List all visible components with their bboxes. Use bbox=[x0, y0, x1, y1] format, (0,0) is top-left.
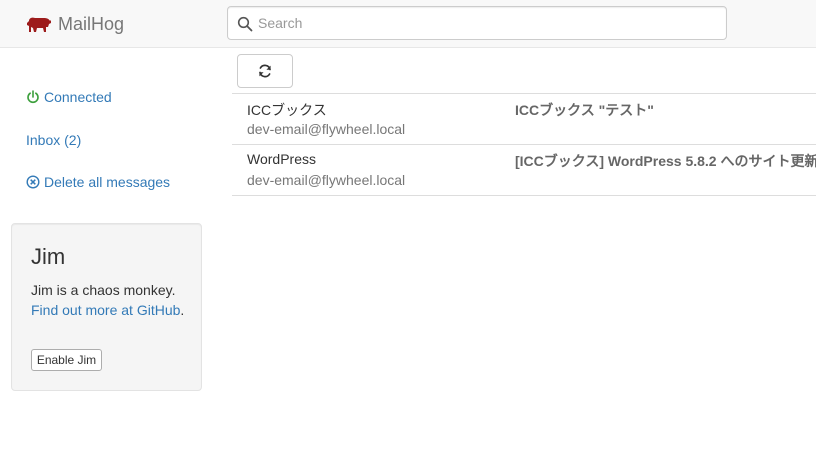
search-input[interactable] bbox=[258, 7, 718, 39]
message-list: ICCブックス dev-email@flywheel.local ICCブックス… bbox=[232, 93, 816, 196]
refresh-icon bbox=[259, 64, 271, 78]
jim-github-link[interactable]: Find out more at GitHub bbox=[31, 302, 180, 318]
message-row[interactable]: WordPress dev-email@flywheel.local [ICCブ… bbox=[232, 145, 816, 196]
top-navbar: MailHog bbox=[0, 0, 816, 48]
delete-all-messages-link[interactable]: Delete all messages bbox=[26, 174, 170, 190]
refresh-button[interactable] bbox=[237, 54, 293, 88]
connected-label: Connected bbox=[44, 89, 112, 105]
message-row[interactable]: ICCブックス dev-email@flywheel.local ICCブックス… bbox=[232, 94, 816, 145]
brand-link[interactable]: MailHog bbox=[26, 12, 124, 36]
message-subject: ICCブックス "テスト" bbox=[515, 102, 654, 118]
times-circle-icon bbox=[26, 175, 40, 189]
inbox-label: Inbox (2) bbox=[26, 132, 82, 148]
jim-title: Jim bbox=[31, 244, 66, 269]
power-icon bbox=[27, 90, 39, 104]
brand-name: MailHog bbox=[58, 13, 125, 34]
message-to: dev-email@flywheel.local bbox=[247, 121, 406, 137]
enable-jim-button[interactable]: Enable Jim bbox=[31, 349, 102, 371]
jim-panel: Jim Jim is a chaos monkey. Find out more… bbox=[11, 223, 202, 391]
jim-description: Jim is a chaos monkey. Find out more at … bbox=[31, 280, 196, 320]
jim-text-end: . bbox=[180, 302, 185, 318]
message-subject: [ICCブックス] WordPress 5.8.2 へのサイト更新 bbox=[515, 153, 816, 169]
jim-text: Jim is a chaos monkey. bbox=[31, 282, 176, 298]
search-box[interactable] bbox=[227, 6, 727, 40]
message-from: ICCブックス bbox=[247, 102, 327, 118]
message-from: WordPress bbox=[247, 151, 316, 167]
delete-all-label: Delete all messages bbox=[44, 174, 171, 190]
connected-status-link[interactable]: Connected bbox=[26, 89, 112, 105]
pig-logo-icon bbox=[27, 17, 51, 32]
search-icon bbox=[237, 16, 253, 32]
inbox-link[interactable]: Inbox (2) bbox=[26, 132, 81, 148]
message-to: dev-email@flywheel.local bbox=[247, 172, 406, 188]
